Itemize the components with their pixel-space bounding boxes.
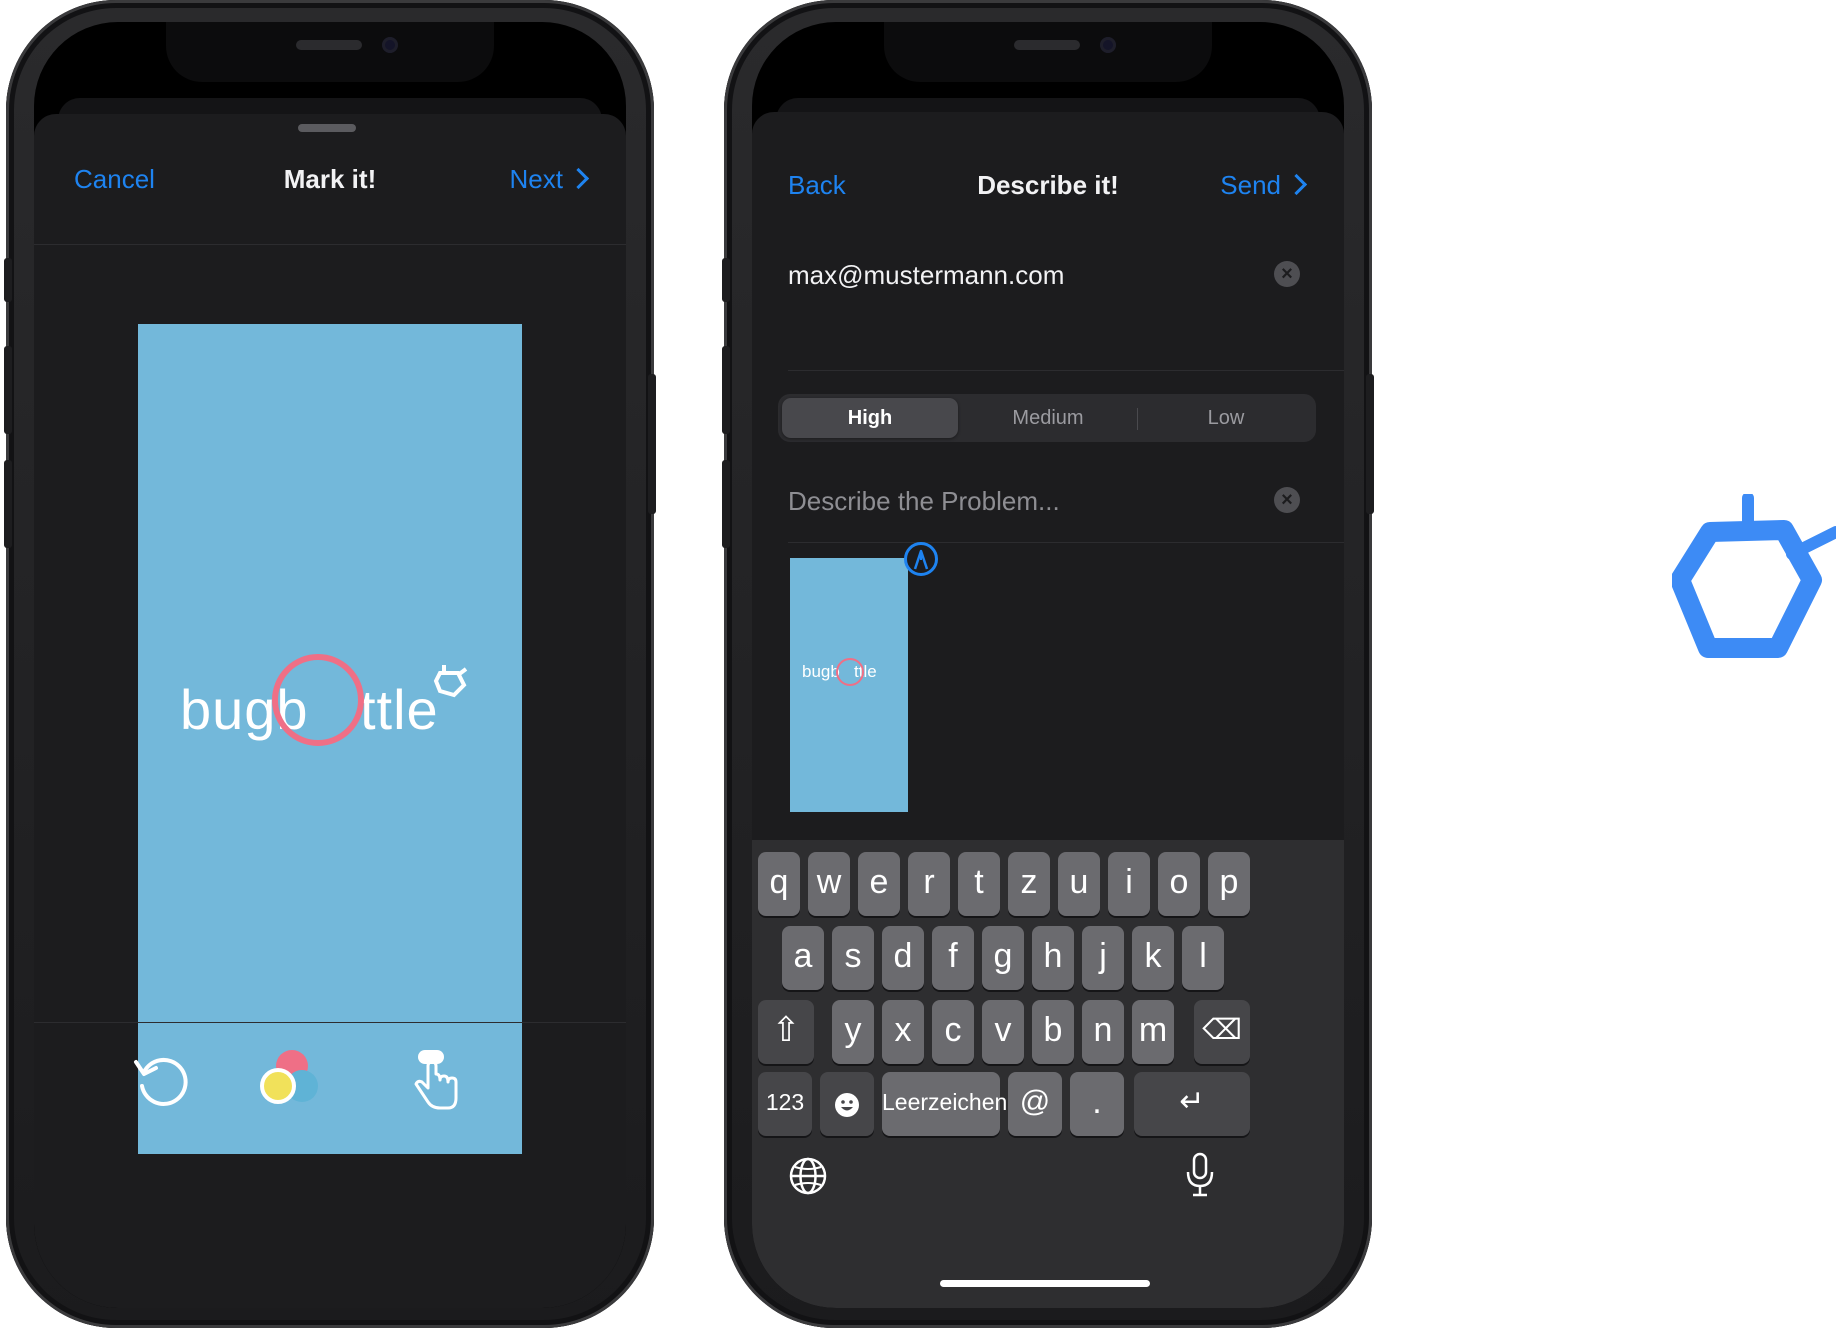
- key-r[interactable]: r: [908, 852, 950, 916]
- space-key[interactable]: Leerzeichen: [882, 1072, 1007, 1136]
- speaker: [296, 40, 362, 50]
- emoji-icon: [835, 1093, 859, 1117]
- edit-markup-icon[interactable]: [904, 542, 938, 576]
- drawing-toolbar: [34, 1022, 626, 1216]
- power-button: [1366, 374, 1374, 514]
- front-camera: [1100, 37, 1116, 53]
- key-m[interactable]: m: [1132, 1000, 1174, 1064]
- key-n[interactable]: n: [1082, 1000, 1124, 1064]
- annotation-circle[interactable]: [272, 654, 364, 746]
- undo-icon[interactable]: [130, 1050, 190, 1110]
- key-o[interactable]: o: [1158, 852, 1200, 916]
- volume-up-button: [4, 346, 12, 434]
- home-indicator[interactable]: [940, 1280, 1150, 1287]
- send-button[interactable]: Send: [1220, 170, 1308, 201]
- priority-low[interactable]: Low: [1138, 398, 1314, 438]
- email-field[interactable]: max@mustermann.com ×: [752, 234, 1344, 314]
- chevron-right-icon: [567, 167, 590, 190]
- key-x[interactable]: x: [882, 1000, 924, 1064]
- key-q[interactable]: q: [758, 852, 800, 916]
- volume-down-button: [722, 460, 730, 548]
- description-placeholder: Describe the Problem...: [788, 486, 1060, 516]
- key-v[interactable]: v: [982, 1000, 1024, 1064]
- emoji-key[interactable]: [820, 1072, 874, 1136]
- app-logo: bugb ttle: [180, 654, 500, 769]
- key-t[interactable]: t: [958, 852, 1000, 916]
- priority-medium[interactable]: Medium: [960, 398, 1136, 438]
- brand-bug-icon: [1672, 494, 1836, 658]
- key-p[interactable]: p: [1208, 852, 1250, 916]
- priority-segmented-control: High Medium Low: [778, 394, 1316, 442]
- next-button[interactable]: Next: [509, 164, 590, 195]
- nav-bar: Cancel Mark it! Next: [34, 114, 626, 244]
- front-camera: [382, 37, 398, 53]
- send-label: Send: [1220, 170, 1281, 200]
- key-z[interactable]: z: [1008, 852, 1050, 916]
- key-g[interactable]: g: [982, 926, 1024, 990]
- thumbnail-logo: bugb ttle: [802, 656, 902, 686]
- key-f[interactable]: f: [932, 926, 974, 990]
- key-l[interactable]: l: [1182, 926, 1224, 990]
- silent-switch: [4, 258, 12, 302]
- description-divider: [788, 542, 1344, 543]
- key-h[interactable]: h: [1032, 926, 1074, 990]
- nav-divider: [34, 244, 626, 245]
- key-i[interactable]: i: [1108, 852, 1150, 916]
- pen-tip-icon: [913, 549, 929, 570]
- color-picker-icon[interactable]: [260, 1046, 324, 1110]
- notch: [884, 22, 1212, 82]
- key-w[interactable]: w: [808, 852, 850, 916]
- key-s[interactable]: s: [832, 926, 874, 990]
- email-value: max@mustermann.com: [788, 260, 1065, 290]
- phone-describe-it: Back Describe it! Send max@mustermann.co…: [722, 0, 1374, 1328]
- microphone-icon[interactable]: [1184, 1152, 1216, 1198]
- clear-email-icon[interactable]: ×: [1274, 261, 1300, 287]
- thumbnail-annotation-circle: [836, 658, 864, 686]
- description-field[interactable]: Describe the Problem... ×: [752, 460, 1344, 540]
- volume-down-button: [4, 460, 12, 548]
- notch: [166, 22, 494, 82]
- dot-key[interactable]: .: [1070, 1072, 1124, 1136]
- key-j[interactable]: j: [1082, 926, 1124, 990]
- power-button: [648, 374, 656, 514]
- clear-description-icon[interactable]: ×: [1274, 487, 1300, 513]
- tap-gesture-icon[interactable]: [408, 1048, 464, 1112]
- key-c[interactable]: c: [932, 1000, 974, 1064]
- volume-up-button: [722, 346, 730, 434]
- keyboard: q w e r t z u i o p a s d f g h j k l ⇧ …: [752, 840, 1344, 1308]
- at-key[interactable]: @: [1008, 1072, 1062, 1136]
- globe-icon[interactable]: [788, 1156, 828, 1196]
- key-a[interactable]: a: [782, 926, 824, 990]
- next-label: Next: [509, 164, 563, 194]
- email-divider: [788, 370, 1344, 371]
- key-e[interactable]: e: [858, 852, 900, 916]
- logo-bug-icon: [433, 665, 468, 698]
- priority-high[interactable]: High: [782, 398, 958, 438]
- key-k[interactable]: k: [1132, 926, 1174, 990]
- key-d[interactable]: d: [882, 926, 924, 990]
- silent-switch: [722, 258, 730, 302]
- key-u[interactable]: u: [1058, 852, 1100, 916]
- thumbnail-logo-left: bugb: [802, 662, 840, 681]
- nav-bar: Back Describe it! Send: [752, 112, 1344, 242]
- key-b[interactable]: b: [1032, 1000, 1074, 1064]
- phone-mark-it: Cancel Mark it! Next bugb ttle: [4, 0, 656, 1328]
- chevron-right-icon: [1285, 173, 1308, 196]
- numbers-key[interactable]: 123: [758, 1072, 812, 1136]
- delete-key[interactable]: ⌫: [1194, 1000, 1250, 1064]
- screen: Back Describe it! Send max@mustermann.co…: [752, 22, 1344, 1308]
- screenshot-thumbnail[interactable]: bugb ttle: [790, 558, 908, 812]
- logo-text-right: ttle: [360, 678, 439, 741]
- key-y[interactable]: y: [832, 1000, 874, 1064]
- return-key[interactable]: ↵: [1134, 1072, 1250, 1136]
- speaker: [1014, 40, 1080, 50]
- screen: Cancel Mark it! Next bugb ttle: [34, 22, 626, 1308]
- mark-sheet: Cancel Mark it! Next bugb ttle: [34, 114, 626, 1308]
- shift-key[interactable]: ⇧: [758, 1000, 814, 1064]
